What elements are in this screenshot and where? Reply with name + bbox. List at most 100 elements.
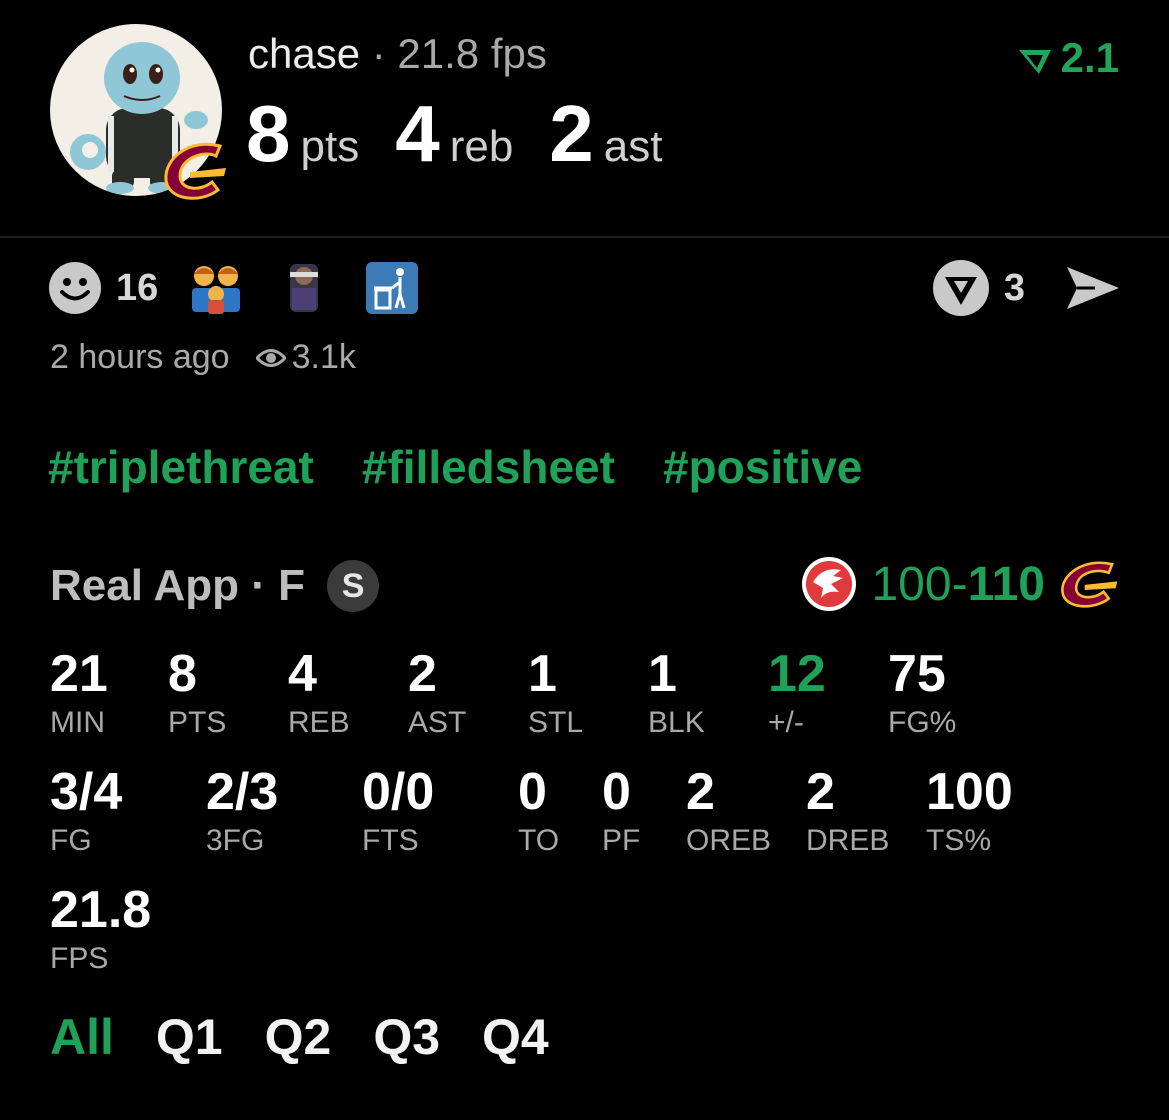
stat-blk: 1 BLK [648,646,705,740]
comment-icon[interactable] [932,259,990,317]
stat-to: 0 TO [518,764,559,858]
tab-q2[interactable]: Q2 [265,1009,332,1065]
stat-label: +/- [768,706,804,739]
stat-value: 2 [806,763,835,821]
rebounds-value: 4 [395,89,440,178]
stat-label: STL [528,706,584,739]
stat-fg: 3/4 FG [50,764,122,858]
stat-value: 0 [518,763,547,821]
hashtags: #triplethreat #filledsheet #positive [48,440,910,494]
stat-value: 1 [648,645,677,703]
stat-3fg: 2/3 3FG [206,764,278,858]
score-text: 100-110 [871,557,1045,612]
stat-label: TO [518,824,560,857]
stat-reb: 4 REB [288,646,350,740]
game-title: Real App · F S [50,560,380,612]
stat-label: PF [602,824,641,857]
stat-ts-pct: 100 TS% [926,764,1013,858]
stat-ast: 2 AST [408,646,466,740]
stat-value: 100 [926,763,1013,821]
stat-value: 8 [168,645,197,703]
stat-value: 1 [528,645,557,703]
game-score[interactable]: 100-110 [801,556,1119,612]
family-emoji-icon[interactable] [190,262,242,314]
comment-count: 3 [1003,266,1025,309]
tab-q4[interactable]: Q4 [482,1009,549,1065]
rating-badge[interactable]: 2.1 [1017,34,1119,82]
stat-label: DREB [806,824,890,857]
stat-pf: 0 PF [602,764,640,858]
stat-label: AST [408,706,467,739]
stat-value: 4 [288,645,317,703]
hashtag[interactable]: #triplethreat [48,441,314,493]
cavaliers-logo-icon [1061,561,1118,608]
stat-fts: 0/0 FTS [362,764,434,858]
game-source: Real App · F [50,561,306,610]
stat-stl: 1 STL [528,646,583,740]
stat-oreb: 2 OREB [686,764,771,858]
divider [0,236,1169,238]
stat-plus-minus: 12 +/- [768,646,826,740]
stat-label: MIN [50,706,105,739]
rating-value: 2.1 [1060,34,1119,81]
stat-label: FTS [362,824,419,857]
quarter-tabs: All Q1 Q2 Q3 Q4 [50,1008,591,1066]
hawks-logo-icon [802,557,857,611]
reaction-count: 16 [116,266,159,309]
points-value: 8 [246,89,291,178]
stat-value: 0/0 [362,763,435,821]
separator: · [371,30,386,77]
eye-icon [255,348,286,367]
stat-min: 21 MIN [50,646,108,740]
stat-label: 3FG [206,824,265,857]
fps-value: 21.8 fps [397,30,547,77]
stat-label: REB [288,706,350,739]
stat-label: FPS [50,942,109,975]
rebounds-unit: reb [449,122,514,171]
stat-label: FG [50,824,92,857]
post-actions: 3 [932,259,1121,317]
headline-stats: 8 pts 4 reb 2 ast [246,88,699,180]
view-count: 3.1k [291,338,356,376]
stat-fg-pct: 75 FG% [888,646,956,740]
stat-value: 3/4 [50,763,123,821]
stat-label: TS% [926,824,992,857]
user-line: chase · 21.8 fps [248,30,547,78]
stat-value: 2 [686,763,715,821]
stat-label: OREB [686,824,772,857]
username[interactable]: chase [248,30,360,77]
points-unit: pts [300,122,360,171]
timestamp: 2 hours ago [50,338,230,376]
stat-fps: 21.8 FPS [50,882,151,976]
rating-icon [1018,49,1051,74]
stat-value: 75 [888,645,946,703]
team-logo-icon [160,138,230,204]
stat-value: 2 [408,645,437,703]
tab-q3[interactable]: Q3 [373,1009,440,1065]
tab-q1[interactable]: Q1 [156,1009,223,1065]
home-score: 110 [967,557,1045,611]
score-dash: - [951,557,968,611]
send-icon[interactable] [1065,265,1121,311]
stat-dreb: 2 DREB [806,764,889,858]
hashtag[interactable]: #positive [663,441,862,493]
stat-value: 21 [50,645,108,703]
smiley-icon[interactable] [48,261,102,315]
stat-label: BLK [648,706,705,739]
assists-value: 2 [549,89,594,178]
reaction-bar: 16 [48,262,454,314]
stat-value: 12 [768,645,826,703]
stat-label: PTS [168,706,227,739]
stat-value: 21.8 [50,881,152,939]
stat-pts: 8 PTS [168,646,226,740]
trash-icon[interactable] [366,262,419,314]
post-meta: 2 hours ago 3.1k [50,338,356,377]
hashtag[interactable]: #filledsheet [362,441,615,493]
stat-value: 0 [602,763,631,821]
status-badge: S [327,560,380,612]
away-score: 100 [871,557,952,611]
tab-all[interactable]: All [50,1009,114,1065]
stat-value: 2/3 [206,763,279,821]
player-sticker-icon[interactable] [278,262,330,314]
assists-unit: ast [603,122,663,171]
